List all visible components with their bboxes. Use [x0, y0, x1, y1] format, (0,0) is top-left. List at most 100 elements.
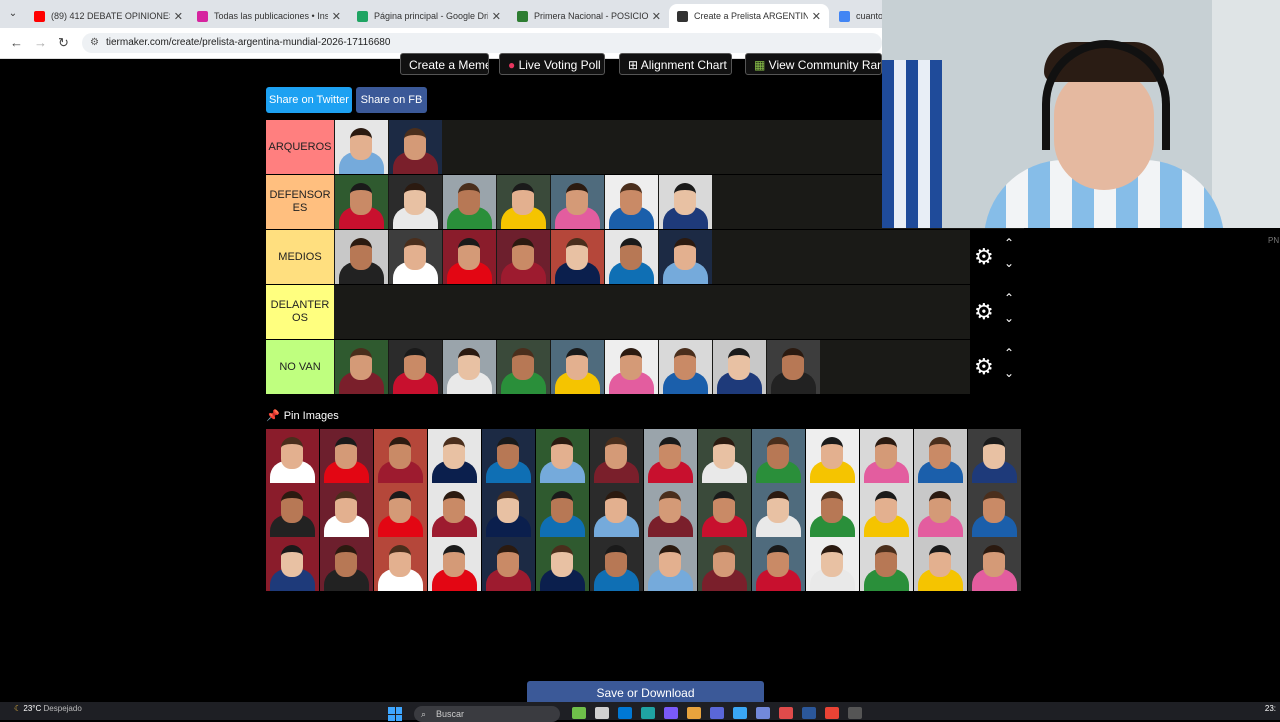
tier-player-image[interactable]: [659, 230, 712, 284]
alignment-chart-button[interactable]: ⊞ Alignment Chart: [619, 53, 732, 75]
close-tab-icon[interactable]: ✕: [652, 10, 661, 23]
pool-player-image[interactable]: [806, 537, 859, 591]
pool-player-image[interactable]: [536, 483, 589, 537]
save-download-button[interactable]: Save or Download: [527, 681, 764, 703]
tier-player-image[interactable]: [551, 230, 604, 284]
close-tab-icon[interactable]: ✕: [492, 10, 501, 23]
pool-player-image[interactable]: [374, 429, 427, 483]
create-meme-button[interactable]: Create a Meme: [400, 53, 489, 75]
site-info-icon[interactable]: ⚙: [90, 33, 99, 53]
pool-player-image[interactable]: [752, 537, 805, 591]
tier-player-image[interactable]: [659, 340, 712, 394]
tier-label[interactable]: MEDIOS: [266, 230, 334, 284]
tier-player-image[interactable]: [497, 340, 550, 394]
tier-player-image[interactable]: [389, 120, 442, 174]
pool-player-image[interactable]: [752, 429, 805, 483]
pool-player-image[interactable]: [590, 537, 643, 591]
weather-widget[interactable]: ☾ 23°C Despejado: [14, 704, 82, 713]
start-icon[interactable]: [388, 707, 402, 721]
pool-player-image[interactable]: [428, 537, 481, 591]
pool-player-image[interactable]: [914, 537, 967, 591]
pool-player-image[interactable]: [536, 429, 589, 483]
tier-player-image[interactable]: [605, 230, 658, 284]
pool-player-image[interactable]: [374, 537, 427, 591]
tab-2[interactable]: Todas las publicaciones • Instag ✕: [189, 4, 349, 28]
tab-5[interactable]: Create a Prelista ARGENTINA M ✕: [669, 4, 829, 28]
pin-images-toggle[interactable]: 📌 Pin Images: [266, 409, 339, 422]
pool-player-image[interactable]: [590, 483, 643, 537]
live-poll-button[interactable]: ● Live Voting Poll: [499, 53, 605, 75]
tier-player-image[interactable]: [659, 175, 712, 229]
chevron-down-icon[interactable]: ⌄: [1004, 366, 1014, 380]
chevron-up-icon[interactable]: ⌃: [1004, 346, 1014, 360]
pool-player-image[interactable]: [590, 429, 643, 483]
tier-label[interactable]: DEFENSOR ES: [266, 175, 334, 229]
community-rank-button[interactable]: ▦ View Community Rank: [745, 53, 882, 75]
pool-player-image[interactable]: [806, 429, 859, 483]
taskbar-app-icon[interactable]: [756, 707, 770, 719]
tab-1[interactable]: (89) 412 DEBATE OPINIONES D ✕: [26, 4, 191, 28]
tier-player-image[interactable]: [551, 175, 604, 229]
pool-player-image[interactable]: [644, 483, 697, 537]
pool-player-image[interactable]: [968, 429, 1021, 483]
tier-player-image[interactable]: [335, 120, 388, 174]
pool-player-image[interactable]: [536, 537, 589, 591]
tier-player-image[interactable]: [767, 340, 820, 394]
pool-player-image[interactable]: [266, 483, 319, 537]
gear-icon[interactable]: ⚙: [974, 244, 994, 270]
taskbar-app-icon[interactable]: [779, 707, 793, 719]
pool-player-image[interactable]: [482, 483, 535, 537]
tab-search-dropdown[interactable]: ⌄: [6, 7, 20, 21]
pool-player-image[interactable]: [374, 483, 427, 537]
chevron-up-icon[interactable]: ⌃: [1004, 291, 1014, 305]
pool-player-image[interactable]: [752, 483, 805, 537]
close-tab-icon[interactable]: ✕: [174, 10, 183, 23]
pool-player-image[interactable]: [914, 483, 967, 537]
taskbar-app-icon[interactable]: [664, 707, 678, 719]
tier-label[interactable]: DELANTER OS: [266, 285, 334, 339]
tab-4[interactable]: Primera Nacional - POSICIONE ✕: [509, 4, 669, 28]
taskbar-app-icon[interactable]: [641, 707, 655, 719]
chevron-down-icon[interactable]: ⌄: [1004, 256, 1014, 270]
tier-player-image[interactable]: [497, 230, 550, 284]
taskbar-app-icon[interactable]: [825, 707, 839, 719]
chevron-up-icon[interactable]: ⌃: [1004, 236, 1014, 250]
pool-player-image[interactable]: [860, 537, 913, 591]
tier-player-image[interactable]: [605, 340, 658, 394]
pool-player-image[interactable]: [320, 429, 373, 483]
pool-player-image[interactable]: [698, 483, 751, 537]
pool-player-image[interactable]: [698, 537, 751, 591]
pool-player-image[interactable]: [428, 429, 481, 483]
taskbar-app-icon[interactable]: [572, 707, 586, 719]
pool-player-image[interactable]: [968, 537, 1021, 591]
back-icon[interactable]: ←: [10, 35, 23, 50]
reload-icon[interactable]: ↻: [58, 35, 69, 51]
pool-player-image[interactable]: [860, 483, 913, 537]
tier-player-image[interactable]: [335, 340, 388, 394]
taskbar-app-icon[interactable]: [733, 707, 747, 719]
tier-player-image[interactable]: [443, 340, 496, 394]
pool-player-image[interactable]: [320, 483, 373, 537]
tab-3[interactable]: Página principal - Google Drive ✕: [349, 4, 509, 28]
taskbar-app-icon[interactable]: [687, 707, 701, 719]
taskbar-app-icon[interactable]: [710, 707, 724, 719]
tier-player-image[interactable]: [551, 340, 604, 394]
pool-player-image[interactable]: [968, 483, 1021, 537]
tier-player-image[interactable]: [389, 340, 442, 394]
taskbar-app-icon[interactable]: [618, 707, 632, 719]
pool-player-image[interactable]: [482, 429, 535, 483]
taskbar-app-icon[interactable]: [802, 707, 816, 719]
share-twitter-button[interactable]: Share on Twitter: [266, 87, 352, 113]
tier-player-image[interactable]: [335, 175, 388, 229]
pool-player-image[interactable]: [698, 429, 751, 483]
chevron-down-icon[interactable]: ⌄: [1004, 311, 1014, 325]
tier-label[interactable]: NO VAN: [266, 340, 334, 394]
pool-player-image[interactable]: [428, 483, 481, 537]
forward-icon[interactable]: →: [34, 35, 47, 50]
taskbar-app-icon[interactable]: [848, 707, 862, 719]
tier-player-image[interactable]: [389, 230, 442, 284]
pool-player-image[interactable]: [860, 429, 913, 483]
pool-player-image[interactable]: [266, 537, 319, 591]
clock[interactable]: 23:: [1265, 704, 1276, 713]
tier-player-image[interactable]: [389, 175, 442, 229]
